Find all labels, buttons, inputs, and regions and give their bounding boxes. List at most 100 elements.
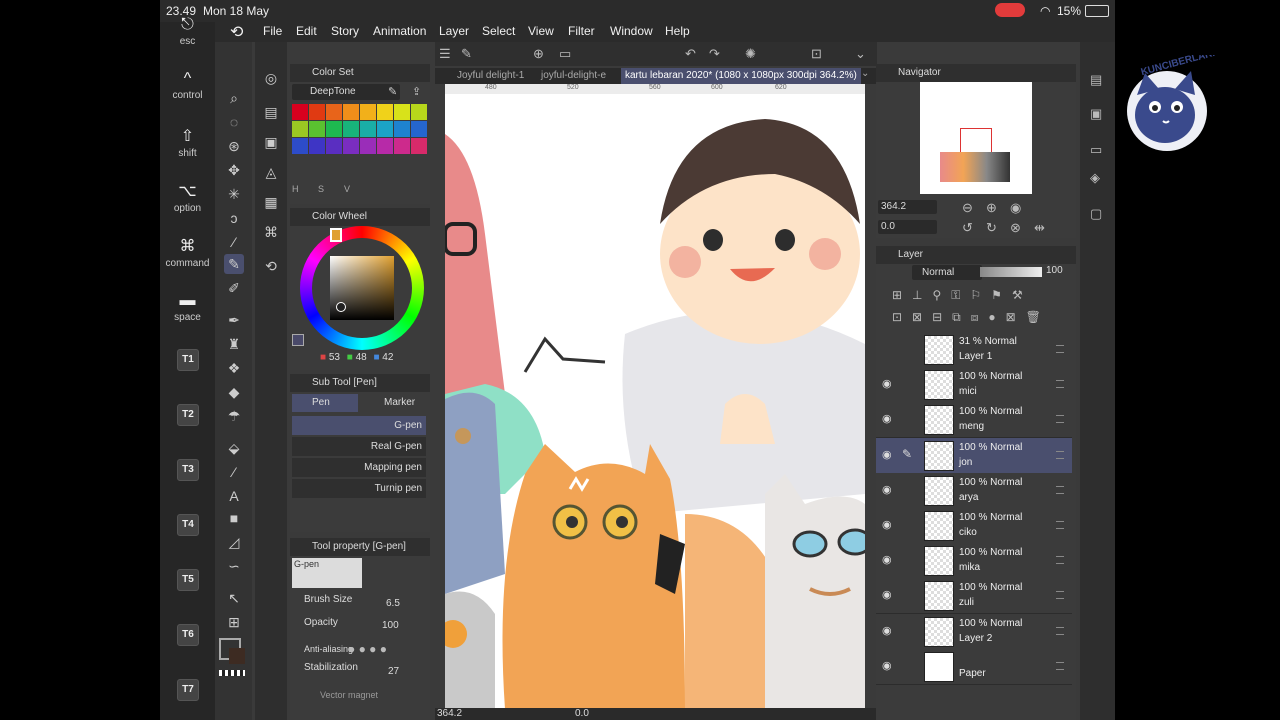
main-color-chip[interactable] bbox=[292, 334, 304, 346]
brush-size-value[interactable]: 6.5 bbox=[386, 598, 400, 609]
operation-icon[interactable]: ↖ bbox=[224, 588, 244, 608]
color-swatch[interactable] bbox=[326, 104, 342, 120]
drag-handle-icon[interactable] bbox=[1056, 450, 1064, 459]
blend-mode-dropdown[interactable]: Normal bbox=[912, 265, 982, 280]
opacity-value[interactable]: 100 bbox=[382, 620, 399, 631]
layer-row[interactable]: ◉ 100 % Normal mici bbox=[876, 367, 1072, 404]
undo-icon[interactable]: ↶ bbox=[685, 46, 696, 62]
gradient-icon[interactable]: ⁄ bbox=[224, 462, 244, 482]
color-swatch[interactable] bbox=[394, 138, 410, 154]
menu-filter[interactable]: Filter bbox=[568, 24, 595, 38]
flip-horizontal-icon[interactable]: ⇹ bbox=[1034, 220, 1045, 236]
brush-item-turnip-pen[interactable]: Turnip pen bbox=[292, 479, 426, 498]
pen-tool-icon[interactable]: ✎ bbox=[224, 254, 244, 274]
eye-icon[interactable]: ◉ bbox=[882, 624, 892, 637]
color-swatch[interactable] bbox=[411, 138, 427, 154]
color-swatch[interactable] bbox=[411, 121, 427, 137]
upload-icon[interactable]: ⇪ bbox=[412, 85, 421, 98]
panel-icon-1[interactable]: ▤ bbox=[1090, 72, 1102, 88]
color-swatch[interactable] bbox=[292, 138, 308, 154]
layer-row[interactable]: ◉ 100 % Normal Layer 2 bbox=[876, 613, 1072, 650]
layer-row[interactable]: ◉ Paper bbox=[876, 648, 1072, 685]
blend-tool-icon[interactable]: ☂ bbox=[224, 406, 244, 426]
hamburger-icon[interactable]: ☰ bbox=[439, 46, 451, 62]
menu-story[interactable]: Story bbox=[331, 24, 359, 38]
zoom-in-icon[interactable]: ⊕ bbox=[986, 200, 997, 216]
t4-key[interactable]: T4 bbox=[177, 514, 199, 536]
eye-icon[interactable]: ◉ bbox=[882, 659, 892, 672]
space-key[interactable]: ▬ space bbox=[160, 292, 215, 323]
brush-item-real-gpen[interactable]: Real G-pen bbox=[292, 437, 426, 456]
hue-cursor[interactable] bbox=[330, 228, 342, 242]
color-swatch[interactable] bbox=[326, 138, 342, 154]
navigator-preview[interactable] bbox=[920, 82, 1032, 194]
rotate-left-icon[interactable]: ↺ bbox=[962, 220, 973, 236]
t6-key[interactable]: T6 bbox=[177, 624, 199, 646]
stabilization-value[interactable]: 27 bbox=[388, 666, 399, 677]
correct-line-icon[interactable]: ⊞ bbox=[224, 612, 244, 632]
t3-key[interactable]: T3 bbox=[177, 459, 199, 481]
menu-layer[interactable]: Layer bbox=[439, 24, 469, 38]
angle-value[interactable]: 0.0 bbox=[575, 708, 589, 719]
eyedropper-icon[interactable]: ⁄ bbox=[224, 232, 244, 252]
color-swatch[interactable] bbox=[360, 138, 376, 154]
s-icon[interactable]: S bbox=[318, 184, 324, 194]
h-icon[interactable]: H bbox=[292, 184, 299, 194]
opacity-slider[interactable] bbox=[980, 267, 1042, 277]
t1-key[interactable]: T1 bbox=[177, 349, 199, 371]
zoom-tool-icon[interactable]: ⌕ bbox=[224, 88, 244, 108]
navigator-zoom[interactable]: 364.2 bbox=[878, 200, 937, 214]
drag-handle-icon[interactable] bbox=[1056, 380, 1064, 389]
layer-icon-1[interactable]: ▤ bbox=[261, 102, 281, 122]
layer-row[interactable]: ◉ 100 % Normal mika bbox=[876, 543, 1072, 580]
transform-icon[interactable]: ⊡ bbox=[811, 46, 822, 62]
menu-animation[interactable]: Animation bbox=[373, 24, 426, 38]
eye-icon[interactable]: ◉ bbox=[882, 518, 892, 531]
tab-joyful-delight-e[interactable]: joyful-delight-e bbox=[541, 70, 606, 81]
panel-icon-5[interactable]: ▢ bbox=[1090, 206, 1102, 222]
eraser-icon[interactable]: ◆ bbox=[224, 382, 244, 402]
color-swatch[interactable] bbox=[343, 104, 359, 120]
palette-icon[interactable]: ◬ bbox=[261, 162, 281, 182]
auto-select-icon[interactable]: ⊛ bbox=[224, 136, 244, 156]
drag-handle-icon[interactable] bbox=[1056, 415, 1064, 424]
eye-icon[interactable]: ◉ bbox=[882, 588, 892, 601]
color-swatch[interactable] bbox=[326, 121, 342, 137]
balloon-icon[interactable]: ◿ bbox=[224, 532, 244, 552]
drag-handle-icon[interactable] bbox=[1056, 345, 1064, 353]
rotate-right-icon[interactable]: ↻ bbox=[986, 220, 997, 236]
fill-tool-icon[interactable]: ⬙ bbox=[224, 438, 244, 458]
wand-icon[interactable]: ⌘ bbox=[261, 222, 281, 242]
reset-rotation-icon[interactable]: ⊗ bbox=[1010, 220, 1021, 236]
drag-handle-icon[interactable] bbox=[1056, 521, 1064, 529]
color-swatch[interactable] bbox=[309, 104, 325, 120]
color-swatch[interactable] bbox=[292, 104, 308, 120]
tab-joyful-delight-1[interactable]: Joyful delight-1 bbox=[457, 70, 524, 81]
menu-help[interactable]: Help bbox=[665, 24, 690, 38]
eye-icon[interactable]: ◉ bbox=[882, 448, 892, 461]
layer-toolbar-2[interactable]: ⊡⊠⊟⧉⧈●⊠🗑 bbox=[892, 310, 1072, 325]
sv-cursor[interactable] bbox=[336, 302, 346, 312]
navigator-angle[interactable]: 0.0 bbox=[878, 220, 937, 234]
layer-icon-2[interactable]: ▣ bbox=[261, 132, 281, 152]
redo-icon[interactable]: ↷ bbox=[709, 46, 720, 62]
color-swatch[interactable] bbox=[360, 121, 376, 137]
drag-handle-icon[interactable] bbox=[1056, 626, 1064, 635]
sub-color-swatch[interactable] bbox=[229, 648, 245, 664]
zoom-out-icon[interactable]: ⊖ bbox=[962, 200, 973, 216]
color-swatch[interactable] bbox=[377, 138, 393, 154]
menu-view[interactable]: View bbox=[528, 24, 554, 38]
color-swatch[interactable] bbox=[377, 104, 393, 120]
tabs-chevron-icon[interactable]: ⌄ bbox=[861, 68, 869, 79]
t2-key[interactable]: T2 bbox=[177, 404, 199, 426]
color-swatch[interactable] bbox=[343, 138, 359, 154]
shift-key[interactable]: ⇧ shift bbox=[160, 126, 215, 159]
anti-aliasing-options[interactable]: ● ● ● ● bbox=[348, 642, 387, 656]
drag-handle-icon[interactable] bbox=[1056, 556, 1064, 565]
drag-handle-icon[interactable] bbox=[1056, 661, 1064, 670]
new-file-icon[interactable]: ⊕ bbox=[533, 46, 544, 62]
eye-icon[interactable]: ◉ bbox=[882, 553, 892, 566]
menu-window[interactable]: Window bbox=[610, 24, 653, 38]
material-icon[interactable]: ▦ bbox=[261, 192, 281, 212]
brush-item-gpen[interactable]: G-pen bbox=[292, 416, 426, 435]
